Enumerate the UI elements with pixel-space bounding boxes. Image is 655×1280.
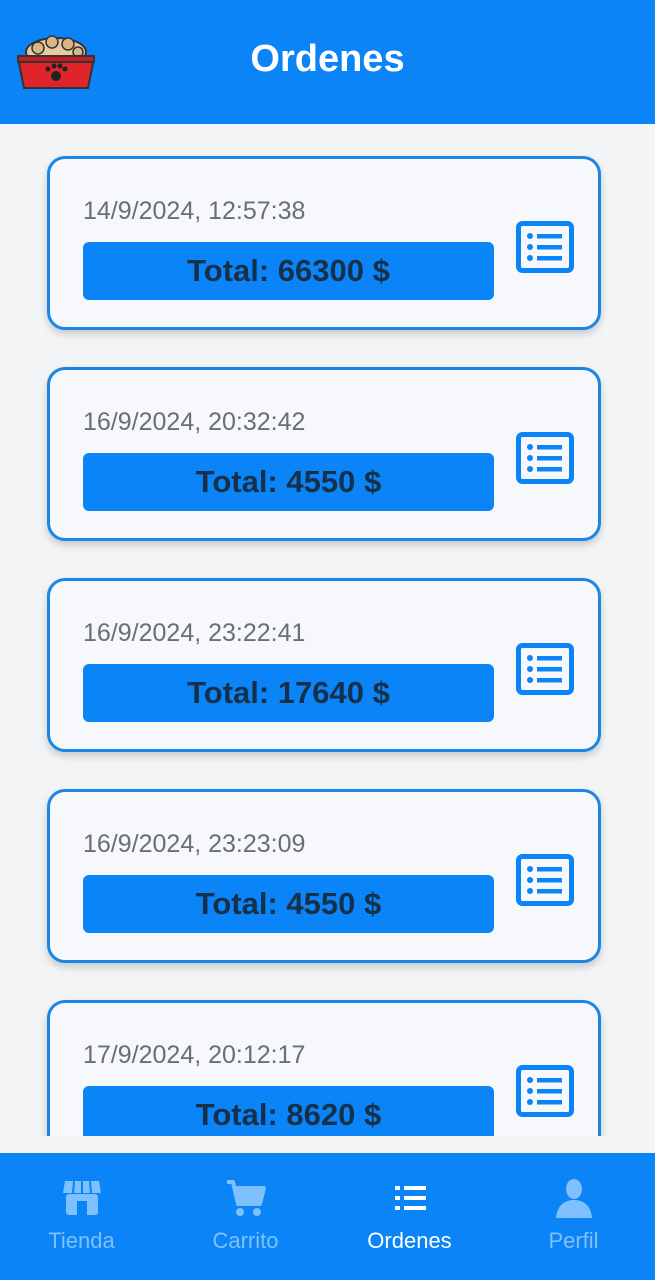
store-icon	[62, 1180, 101, 1215]
tab-ordenes[interactable]: Ordenes	[328, 1153, 491, 1280]
order-total[interactable]: Total: 4550 $	[83, 453, 494, 511]
order-date: 17/9/2024, 20:12:17	[83, 1041, 306, 1069]
order-card[interactable]: 16/9/2024, 23:23:09 Total: 4550 $	[47, 789, 601, 963]
list-details-icon[interactable]	[516, 221, 574, 273]
tab-label: Tienda	[48, 1228, 115, 1253]
tab-label: Ordenes	[367, 1228, 452, 1253]
page-title: Ordenes	[250, 38, 405, 80]
tab-tienda[interactable]: Tienda	[0, 1153, 163, 1280]
order-date: 14/9/2024, 12:57:38	[83, 197, 306, 225]
list-details-icon[interactable]	[516, 643, 574, 695]
cart-icon	[226, 1180, 266, 1216]
order-total[interactable]: Total: 66300 $	[83, 242, 494, 300]
order-card[interactable]: 17/9/2024, 20:12:17 Total: 8620 $	[47, 1000, 601, 1136]
tab-perfil[interactable]: Perfil	[492, 1153, 655, 1280]
order-total[interactable]: Total: 4550 $	[83, 875, 494, 933]
order-total[interactable]: Total: 8620 $	[83, 1086, 494, 1136]
order-date: 16/9/2024, 23:22:41	[83, 619, 306, 647]
person-icon	[555, 1179, 592, 1218]
tab-carrito[interactable]: Carrito	[164, 1153, 327, 1280]
order-card[interactable]: 14/9/2024, 12:57:38 Total: 66300 $	[47, 156, 601, 330]
list-details-icon[interactable]	[516, 432, 574, 484]
order-card[interactable]: 16/9/2024, 20:32:42 Total: 4550 $	[47, 367, 601, 541]
order-card[interactable]: 16/9/2024, 23:22:41 Total: 17640 $	[47, 578, 601, 752]
order-date: 16/9/2024, 23:23:09	[83, 830, 306, 858]
tab-label: Carrito	[212, 1228, 279, 1253]
list-details-icon[interactable]	[516, 1065, 574, 1117]
list-icon	[394, 1186, 426, 1210]
order-date: 16/9/2024, 20:32:42	[83, 408, 306, 436]
tab-label: Perfil	[548, 1228, 599, 1253]
orders-list[interactable]: 14/9/2024, 12:57:38 Total: 66300 $ 16/9/20…	[0, 124, 655, 1136]
bottom-navigation: Tienda Carrito Ordenes Perfil	[0, 1153, 655, 1280]
list-details-icon[interactable]	[516, 854, 574, 906]
app-header: Ordenes	[0, 0, 655, 124]
order-total[interactable]: Total: 17640 $	[83, 664, 494, 722]
